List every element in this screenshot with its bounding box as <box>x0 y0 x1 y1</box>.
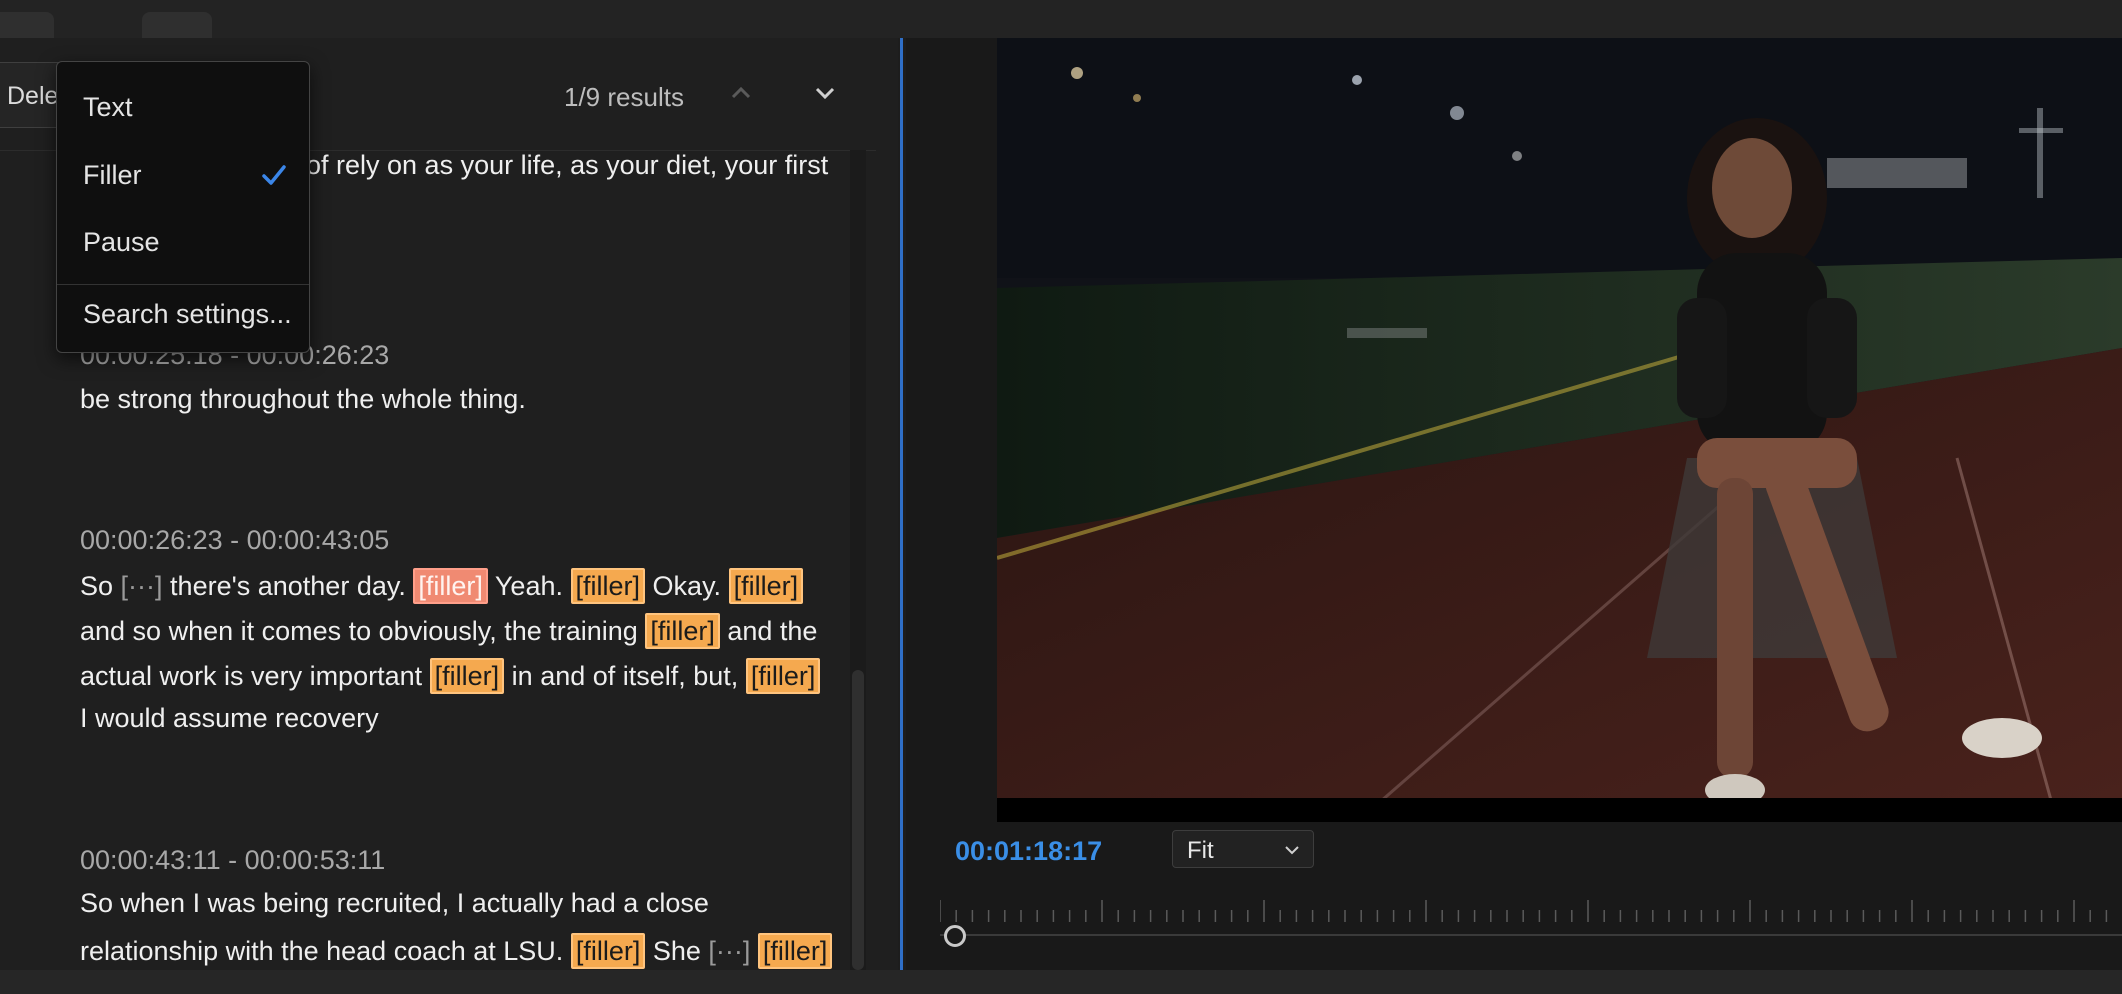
word[interactable]: Yeah. <box>495 571 563 601</box>
filler-highlight[interactable]: [filler] <box>757 933 833 969</box>
menu-divider <box>57 284 309 285</box>
results-count: 1/9 results <box>564 82 684 112</box>
filler-highlight[interactable]: [filler] <box>728 568 804 604</box>
transcript-line[interactable]: be strong throughout the whole thing. <box>80 384 526 415</box>
zoom-select-value: Fit <box>1187 837 1214 864</box>
word[interactable]: Okay. <box>653 571 722 601</box>
menu-item-search-settings[interactable]: Search settings... <box>83 299 292 330</box>
transcript-line[interactable]: I would assume recovery <box>80 703 379 734</box>
filler-highlight-active[interactable]: [filler] <box>413 568 488 604</box>
word[interactable]: and so when it comes to obviously, the t… <box>80 616 638 646</box>
menu-item-pause[interactable]: Pause <box>83 227 160 258</box>
filler-highlight[interactable]: [filler] <box>429 658 505 694</box>
transcript-line[interactable]: of rely on as your life, as your diet, y… <box>306 150 828 181</box>
timeline-ruler[interactable] <box>940 890 2122 930</box>
chevron-down-icon[interactable] <box>808 76 842 110</box>
word[interactable]: relationship with the head coach at LSU. <box>80 936 563 966</box>
panel-splitter[interactable] <box>900 38 903 970</box>
pause-marker[interactable]: [···] <box>121 571 163 601</box>
playhead-handle[interactable] <box>944 925 966 947</box>
playhead-timecode[interactable]: 00:01:18:17 <box>955 836 1102 867</box>
filler-highlight[interactable]: [filler] <box>570 568 646 604</box>
menu-item-text[interactable]: Text <box>83 92 133 123</box>
word[interactable]: there's another day. <box>170 571 406 601</box>
segment-timestamp: 00:00:43:11 - 00:00:53:11 <box>80 845 386 875</box>
checkmark-icon <box>262 165 286 185</box>
search-type-menu: Text Filler Pause Search settings... <box>56 61 310 353</box>
word[interactable]: and the <box>727 616 817 646</box>
chevron-down-icon <box>1285 846 1299 855</box>
video-frame[interactable] <box>997 38 2122 822</box>
transcript-line[interactable]: relationship with the head coach at LSU.… <box>80 933 833 969</box>
transcript-line[interactable]: So [···] there's another day. [filler] Y… <box>80 568 804 604</box>
word[interactable]: actual work is very important <box>80 661 422 691</box>
scrollbar-thumb[interactable] <box>852 670 864 970</box>
zoom-select[interactable]: Fit <box>1172 830 1314 868</box>
top-toolbar <box>0 0 2122 46</box>
word[interactable]: She <box>653 936 701 966</box>
bottom-bar <box>0 970 2122 994</box>
filler-highlight[interactable]: [filler] <box>570 933 646 969</box>
transcript-line[interactable]: actual work is very important [filler] i… <box>80 658 821 694</box>
chevron-up-icon[interactable] <box>724 76 758 110</box>
word[interactable]: So <box>80 571 113 601</box>
filler-highlight[interactable]: [filler] <box>645 613 720 649</box>
transcript-line[interactable]: and so when it comes to obviously, the t… <box>80 613 817 649</box>
video-still <box>997 38 2122 822</box>
filler-highlight[interactable]: [filler] <box>745 658 821 694</box>
transcript-line[interactable]: So when I was being recruited, I actuall… <box>80 888 709 919</box>
menu-item-filler[interactable]: Filler <box>83 160 142 191</box>
timeline-track[interactable] <box>940 934 2122 936</box>
segment-timestamp: 00:00:26:23 - 00:00:43:05 <box>80 525 390 555</box>
pause-marker[interactable]: [···] <box>708 936 750 966</box>
word[interactable]: in and of itself, but, <box>512 661 739 691</box>
